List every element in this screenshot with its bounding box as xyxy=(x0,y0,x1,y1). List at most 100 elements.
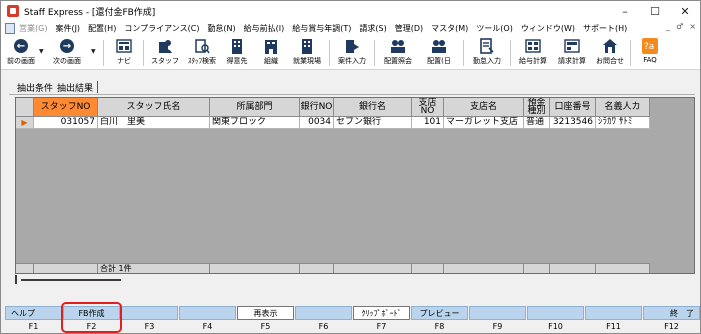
menu-prepay[interactable]: 給与前払(I) xyxy=(244,23,285,34)
menu-support[interactable]: サポート(H) xyxy=(583,23,627,34)
cell-bank-name[interactable]: セブン銀行 xyxy=(334,117,412,129)
org-building-icon xyxy=(263,38,279,54)
menu-window[interactable]: ウィンドウ(W) xyxy=(521,23,575,34)
cell-branch-name[interactable]: マーガレット支店 xyxy=(444,117,524,129)
col-branch-no[interactable]: 支店NO xyxy=(412,98,444,117)
col-holder-name[interactable]: 名義人カ xyxy=(596,98,650,117)
back-label: 前の画面 xyxy=(7,57,35,65)
menu-master[interactable]: マスタ(M) xyxy=(431,23,468,34)
col-branch-name[interactable]: 支店名 xyxy=(444,98,524,117)
forward-dropdown-icon[interactable]: ▼ xyxy=(91,48,96,55)
tab-bar: 抽出条件 抽出結果 xyxy=(15,80,99,94)
fkey-label: F8 xyxy=(434,322,445,331)
contact-button[interactable]: お問合せ xyxy=(593,38,627,68)
clipboard-button[interactable]: ｸﾘｯﾌﾟﾎﾞｰﾄﾞ xyxy=(353,306,410,320)
tab-results[interactable]: 抽出結果 xyxy=(55,81,95,94)
fb-create-highlight xyxy=(61,302,122,333)
billing-calc-icon xyxy=(564,38,580,54)
menu-sales[interactable]: 営業(G) xyxy=(19,23,47,34)
forward-button[interactable]: → 次の画面 xyxy=(49,38,85,68)
results-grid[interactable]: スタッフNO スタッフ氏名 所属部門 銀行NO 銀行名 支店NO 支店名 預金種… xyxy=(15,97,695,274)
footer-blank xyxy=(444,264,524,273)
assign-day-button[interactable]: 配置(日 xyxy=(421,38,457,68)
menu-compliance[interactable]: コンプライアンス(C) xyxy=(124,23,199,34)
f10-button[interactable] xyxy=(527,306,584,320)
menu-jobs[interactable]: 案件(J) xyxy=(55,23,80,34)
staff-search-button[interactable]: ｽﾀｯﾌ検索 xyxy=(185,38,219,68)
col-staff-name[interactable]: スタッフ氏名 xyxy=(98,98,210,117)
navi-button[interactable]: ナビ xyxy=(111,38,137,68)
toolbar-separator xyxy=(463,40,464,66)
f3-button[interactable] xyxy=(121,306,178,320)
payroll-calc-button[interactable]: 給与計算 xyxy=(515,38,551,68)
job-input-button[interactable]: 案件入力 xyxy=(334,38,370,68)
cell-deposit-type[interactable]: 普通 xyxy=(524,117,550,129)
site-button[interactable]: 就業現場 xyxy=(289,38,325,68)
menu-assign[interactable]: 配置(H) xyxy=(88,23,116,34)
menu-tools[interactable]: ツール(O) xyxy=(476,23,513,34)
maximize-button[interactable]: ☐ xyxy=(640,1,670,21)
window-controls: – ☐ ✕ xyxy=(610,1,700,21)
menu-payroll[interactable]: 給与賞与年調(T) xyxy=(292,23,351,34)
back-dropdown-icon[interactable]: ▼ xyxy=(39,48,44,55)
cell-bank-no[interactable]: 0034 xyxy=(300,117,334,129)
billing-calc-label: 請求計算 xyxy=(558,57,586,65)
mdi-minimize-button[interactable]: _ xyxy=(666,22,670,31)
cell-branch-no[interactable]: 101 xyxy=(412,117,444,129)
job-input-icon xyxy=(344,38,360,54)
fkey-f8: プレビュー F8 xyxy=(411,306,468,333)
mdi-restore-button[interactable]: ♂ xyxy=(676,22,683,31)
staff-icon xyxy=(157,38,173,54)
menu-attendance[interactable]: 勤怠(N) xyxy=(207,23,235,34)
col-account-no[interactable]: 口座番号 xyxy=(550,98,596,117)
staff-search-label: ｽﾀｯﾌ検索 xyxy=(188,57,216,65)
col-bank-no[interactable]: 銀行NO xyxy=(300,98,334,117)
col-bank-name[interactable]: 銀行名 xyxy=(334,98,412,117)
table-row[interactable]: ▶ 031057 白川 里美 関東ブロック 0034 セブン銀行 101 マーガ… xyxy=(16,117,650,129)
faq-button[interactable]: ?a FAQ xyxy=(637,38,663,68)
toolbar: ← 前の画面 ▼ → 次の画面 ▼ ナビ スタッフ ｽﾀｯﾌ検索 得意先 組織 … xyxy=(1,36,700,70)
help-button[interactable]: ヘルプ xyxy=(5,306,62,320)
billing-calc-button[interactable]: 請求計算 xyxy=(554,38,590,68)
fkey-f12: 終 了 F12 xyxy=(643,306,700,333)
col-staff-no[interactable]: スタッフNO xyxy=(34,98,98,117)
cell-staff-no[interactable]: 031057 xyxy=(34,117,98,129)
refresh-button[interactable]: 再表示 xyxy=(237,306,294,320)
cell-holder-name[interactable]: ｼﾗｶﾜ ｻﾄﾐ xyxy=(596,117,650,129)
footer-blank xyxy=(334,264,412,273)
cell-dept[interactable]: 関東ブロック xyxy=(210,117,300,129)
back-button[interactable]: ← 前の画面 xyxy=(5,38,37,68)
f4-button[interactable] xyxy=(179,306,236,320)
client-button[interactable]: 得意先 xyxy=(223,38,251,68)
document-icon[interactable] xyxy=(5,23,15,34)
close-button[interactable]: ✕ xyxy=(670,1,700,21)
f9-button[interactable] xyxy=(469,306,526,320)
preview-button[interactable]: プレビュー xyxy=(411,306,468,320)
assign-inquiry-button[interactable]: 配置照会 xyxy=(379,38,417,68)
toolbar-separator xyxy=(510,40,511,66)
minimize-button[interactable]: – xyxy=(610,1,640,21)
payroll-calc-icon xyxy=(525,38,541,54)
client-label: 得意先 xyxy=(226,57,248,65)
staff-button[interactable]: スタッフ xyxy=(149,38,181,68)
footer-blank xyxy=(210,264,300,273)
cell-staff-name[interactable]: 白川 里美 xyxy=(98,117,210,129)
site-building-icon xyxy=(299,38,315,54)
tab-conditions[interactable]: 抽出条件 xyxy=(15,81,55,94)
cell-account-no[interactable]: 3213546 xyxy=(550,117,596,129)
row-pointer-icon: ▶ xyxy=(16,117,34,129)
col-dept[interactable]: 所属部門 xyxy=(210,98,300,117)
f11-button[interactable] xyxy=(585,306,642,320)
assign-inquiry-label: 配置照会 xyxy=(384,57,412,65)
attendance-input-button[interactable]: 勤怠入力 xyxy=(468,38,506,68)
menu-admin[interactable]: 管理(D) xyxy=(395,23,423,34)
exit-button[interactable]: 終 了 xyxy=(643,306,700,320)
mdi-close-button[interactable]: × xyxy=(689,22,696,31)
menu-billing[interactable]: 請求(S) xyxy=(359,23,386,34)
scrollbar-thumb[interactable] xyxy=(21,279,121,281)
f6-button[interactable] xyxy=(295,306,352,320)
col-deposit-type[interactable]: 預金種別 xyxy=(524,98,550,117)
footer-total: 合計 1件 xyxy=(98,264,210,273)
org-button[interactable]: 組織 xyxy=(259,38,283,68)
horizontal-scrollbar[interactable] xyxy=(15,275,125,284)
